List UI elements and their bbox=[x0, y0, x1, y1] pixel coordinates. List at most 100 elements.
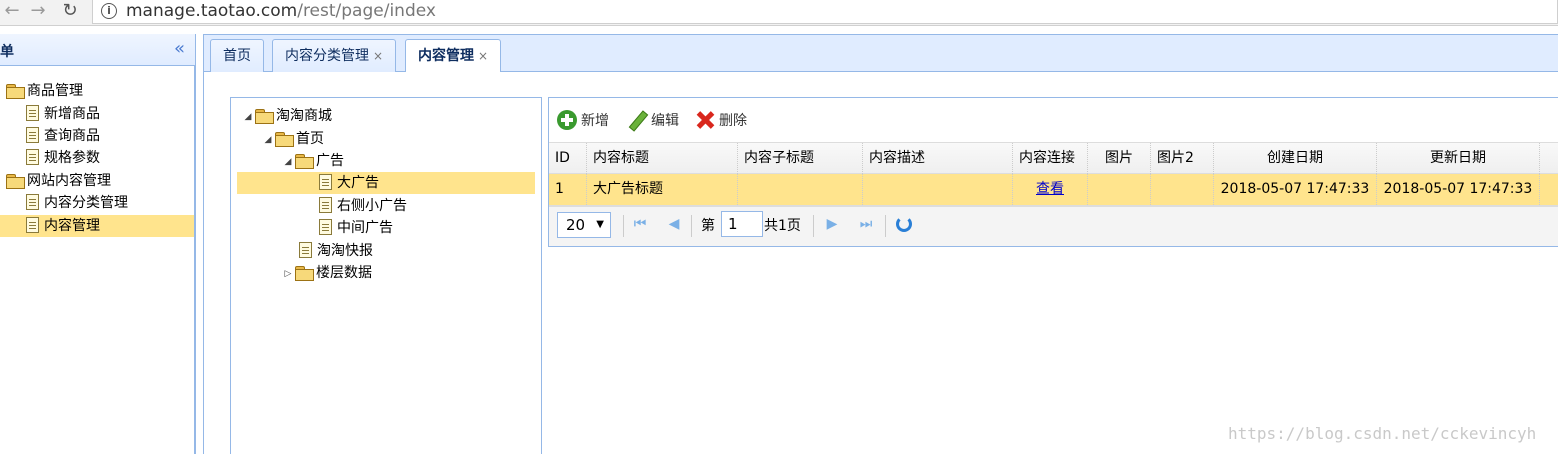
column-header[interactable]: 内容子标题 bbox=[738, 143, 863, 174]
address-bar[interactable]: i manage.taotao.com/rest/page/index bbox=[92, 0, 1558, 24]
file-icon bbox=[26, 149, 39, 165]
cell-subtitle bbox=[738, 174, 863, 205]
collapse-icon[interactable]: « bbox=[174, 38, 185, 59]
menu-item-label: 规格参数 bbox=[44, 150, 100, 166]
menu-item-label: 新增商品 bbox=[44, 106, 100, 122]
menu-item-goods[interactable]: 商品管理 bbox=[6, 80, 83, 102]
menu-item-site-content[interactable]: 网站内容管理 bbox=[6, 170, 111, 192]
menu-item-spec-params[interactable]: 规格参数 bbox=[26, 147, 100, 169]
menu-item-label: 查询商品 bbox=[44, 128, 100, 144]
tree-node-label: 首页 bbox=[296, 131, 324, 147]
folder-icon bbox=[6, 174, 25, 189]
column-header[interactable]: 内容连接 bbox=[1013, 143, 1088, 174]
close-icon[interactable]: × bbox=[478, 49, 488, 63]
left-menu-tree: 商品管理 新增商品 查询商品 规格参数 网站内容管理 内容分类管理 内容管理 bbox=[0, 66, 195, 454]
content-datagrid: 新增 编辑 删除 ID 内容标题 内容子标题 内容描述 内容连接 图片 图片2 … bbox=[548, 97, 1558, 247]
column-header[interactable]: 创建日期 bbox=[1214, 143, 1377, 174]
tab-label: 内容管理 bbox=[418, 48, 474, 64]
tree-node-ads[interactable]: ◢ 广告 bbox=[281, 150, 344, 172]
pencil-icon bbox=[627, 110, 647, 130]
next-page-icon[interactable]: ▶ bbox=[825, 216, 839, 232]
expand-icon[interactable]: ◢ bbox=[261, 129, 275, 151]
cell-pic2 bbox=[1151, 174, 1214, 205]
delete-button[interactable]: 删除 bbox=[695, 110, 747, 132]
view-link[interactable]: 查看 bbox=[1036, 181, 1064, 197]
tree-node-label: 淘淘商城 bbox=[276, 108, 332, 124]
cell-pic bbox=[1088, 174, 1151, 205]
browser-toolbar: ← → ↻ i manage.taotao.com/rest/page/inde… bbox=[0, 0, 1558, 26]
tree-node-middle-ad[interactable]: 中间广告 bbox=[319, 217, 393, 239]
column-header[interactable]: 内容描述 bbox=[863, 143, 1013, 174]
edit-button[interactable]: 编辑 bbox=[627, 110, 679, 132]
watermark: https://blog.csdn.net/cckevincyh bbox=[1228, 424, 1537, 443]
total-pages-label: 共1页 bbox=[764, 218, 801, 234]
column-header[interactable]: ID bbox=[549, 143, 587, 174]
page-prefix-label: 第 bbox=[701, 218, 715, 234]
add-icon bbox=[557, 110, 577, 130]
menu-item-content-manage[interactable]: 内容管理 bbox=[0, 215, 194, 237]
column-header[interactable]: 更新日期 bbox=[1377, 143, 1540, 174]
file-icon bbox=[26, 194, 39, 210]
tree-node-right-small-ad[interactable]: 右侧小广告 bbox=[319, 195, 407, 217]
menu-item-content-category[interactable]: 内容分类管理 bbox=[26, 192, 128, 214]
left-menu-panel: 单 « 商品管理 新增商品 查询商品 规格参数 网站内容管理 内容分类管理 内容… bbox=[0, 34, 196, 454]
prev-page-icon[interactable]: ◀ bbox=[667, 216, 681, 232]
tree-node-taotao-mall[interactable]: ◢ 淘淘商城 bbox=[241, 105, 332, 127]
cell-updated: 2018-05-07 17:47:33 bbox=[1377, 174, 1540, 205]
menu-item-label: 网站内容管理 bbox=[27, 173, 111, 189]
add-button[interactable]: 新增 bbox=[557, 110, 609, 132]
back-icon[interactable]: ← bbox=[0, 0, 24, 24]
table-row[interactable]: 1 大广告标题 查看 2018-05-07 17:47:33 2018-05-0… bbox=[549, 174, 1558, 206]
tree-node-news[interactable]: 淘淘快报 bbox=[299, 240, 373, 262]
left-menu-title: 单 bbox=[0, 44, 14, 60]
folder-open-icon bbox=[275, 132, 294, 147]
tab-label: 首页 bbox=[223, 48, 251, 64]
pager-separator bbox=[691, 215, 692, 237]
refresh-icon[interactable] bbox=[896, 216, 912, 232]
close-icon[interactable]: × bbox=[373, 49, 383, 63]
expand-icon[interactable]: ◢ bbox=[281, 151, 295, 173]
tab-home[interactable]: 首页 bbox=[210, 39, 264, 73]
tree-node-big-ad[interactable]: 大广告 bbox=[237, 172, 535, 194]
tree-node-home[interactable]: ◢ 首页 bbox=[261, 128, 324, 150]
menu-item-label: 内容分类管理 bbox=[44, 195, 128, 211]
column-header[interactable]: 图片 bbox=[1088, 143, 1151, 174]
tab-content-category[interactable]: 内容分类管理 × bbox=[272, 39, 397, 73]
expand-icon[interactable]: ◢ bbox=[241, 106, 255, 128]
tree-node-label: 大广告 bbox=[337, 175, 379, 191]
tab-content-manage[interactable]: 内容管理 × bbox=[405, 39, 502, 74]
menu-item-label: 商品管理 bbox=[27, 83, 83, 99]
menu-item-label: 内容管理 bbox=[44, 218, 100, 234]
tree-node-label: 淘淘快报 bbox=[317, 243, 373, 259]
page-size-select[interactable]: 20 ▼ bbox=[557, 212, 611, 238]
file-icon bbox=[319, 197, 332, 213]
cell-created: 2018-05-07 17:47:33 bbox=[1214, 174, 1377, 205]
left-menu-header: 单 « bbox=[0, 34, 195, 66]
column-header[interactable]: 内容标题 bbox=[587, 143, 738, 174]
file-icon bbox=[26, 105, 39, 121]
pager-separator bbox=[885, 215, 886, 237]
column-header[interactable]: 图片2 bbox=[1151, 143, 1214, 174]
tree-node-floor-data[interactable]: ▷ 楼层数据 bbox=[281, 262, 372, 284]
info-icon[interactable]: i bbox=[101, 3, 117, 19]
collapse-arrow-icon[interactable]: ▷ bbox=[281, 263, 295, 285]
file-icon bbox=[26, 217, 39, 233]
dropdown-arrow-icon: ▼ bbox=[596, 219, 604, 230]
menu-item-add-goods[interactable]: 新增商品 bbox=[26, 103, 100, 125]
page-size-value: 20 bbox=[566, 216, 586, 234]
delete-icon bbox=[695, 110, 715, 130]
cell-id: 1 bbox=[549, 174, 587, 205]
delete-button-label: 删除 bbox=[719, 113, 747, 129]
menu-item-query-goods[interactable]: 查询商品 bbox=[26, 125, 100, 147]
pager-separator bbox=[813, 215, 814, 237]
first-page-icon[interactable]: ⏮ bbox=[633, 216, 647, 232]
url-text: manage.taotao.com/rest/page/index bbox=[126, 1, 436, 21]
cell-desc bbox=[863, 174, 1013, 205]
reload-icon[interactable]: ↻ bbox=[58, 0, 82, 24]
tree-node-label: 楼层数据 bbox=[316, 265, 372, 281]
tree-node-label: 右侧小广告 bbox=[337, 198, 407, 214]
last-page-icon[interactable]: ⏭ bbox=[859, 216, 873, 232]
tab-label: 内容分类管理 bbox=[285, 48, 369, 64]
forward-icon[interactable]: → bbox=[26, 0, 50, 24]
current-page-input[interactable]: 1 bbox=[721, 211, 763, 237]
